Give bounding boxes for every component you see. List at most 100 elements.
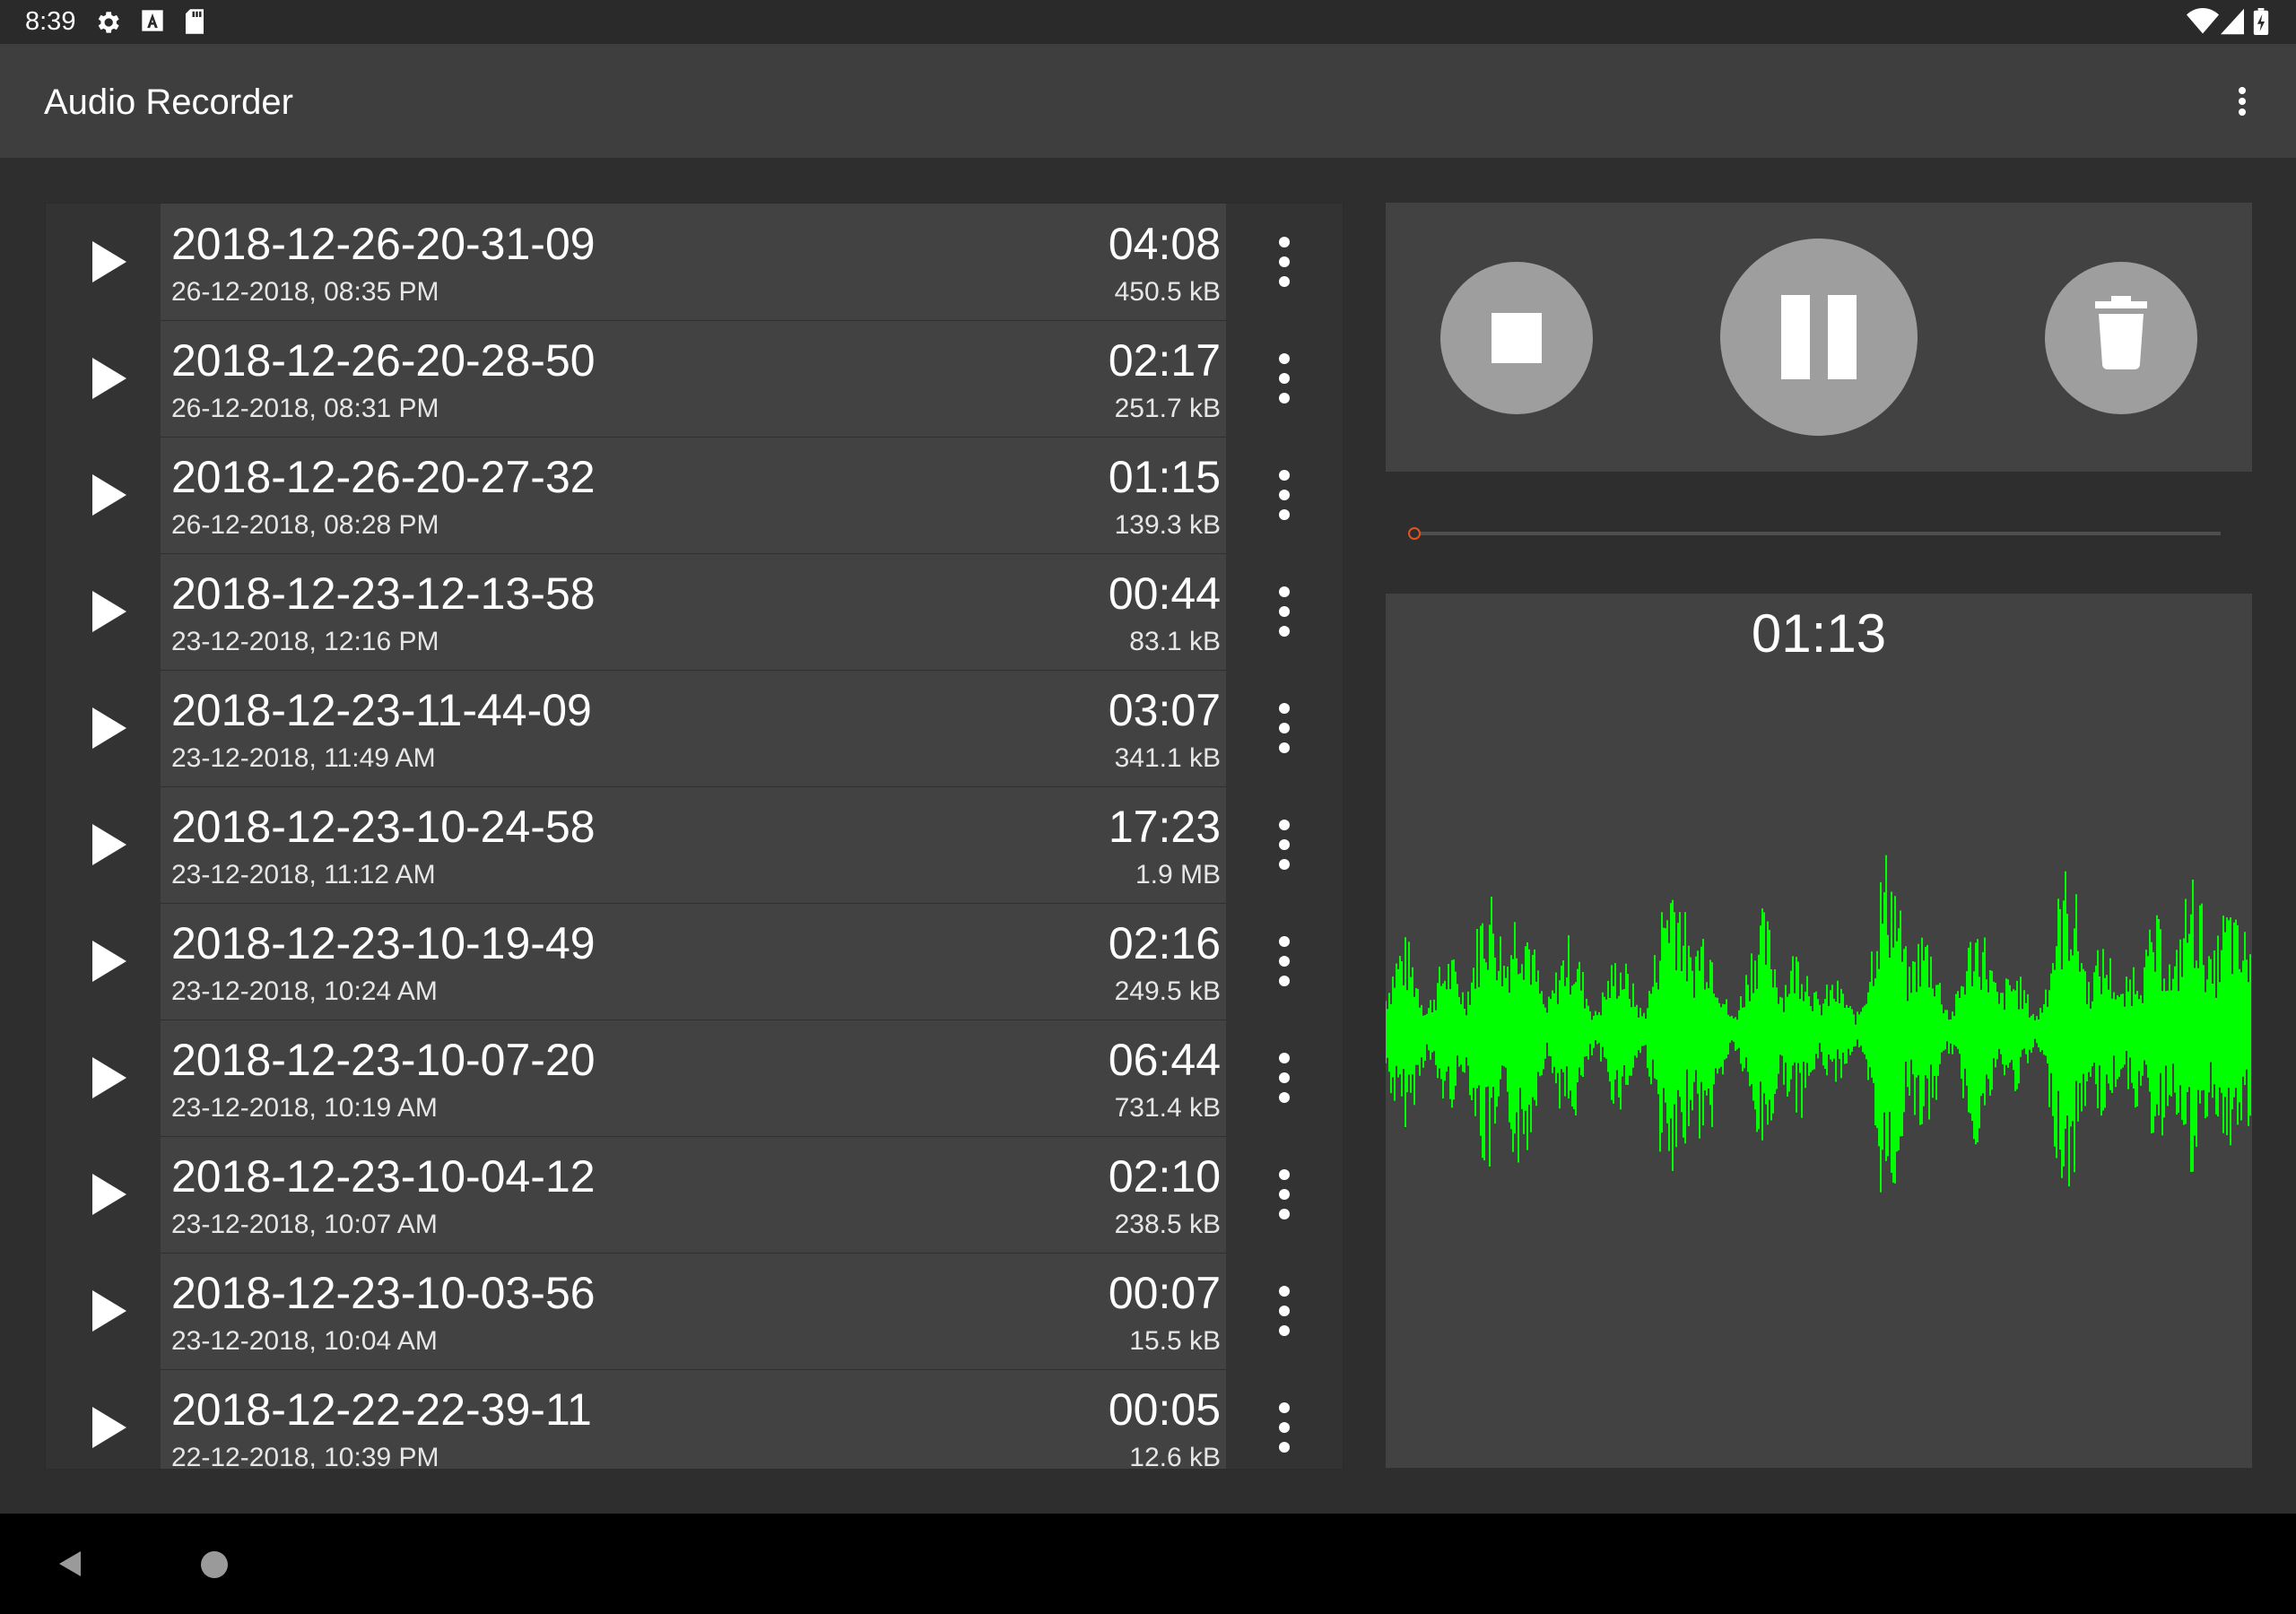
more-vert-icon[interactable] xyxy=(2221,80,2264,123)
delete-button[interactable] xyxy=(2045,262,2197,414)
play-button[interactable] xyxy=(46,1253,161,1369)
play-button[interactable] xyxy=(46,553,161,670)
more-vert-icon xyxy=(1279,586,1290,637)
waveform xyxy=(1386,855,2251,1193)
recording-menu-button[interactable] xyxy=(1226,437,1343,553)
recording-row[interactable]: 2018-12-23-10-24-58 23-12-2018, 11:12 AM 1… xyxy=(46,786,1343,904)
recording-row[interactable]: 2018-12-22-22-39-11 22-12-2018, 10:39 PM 0… xyxy=(46,1369,1343,1470)
recording-date: 26-12-2018, 08:28 PM xyxy=(171,510,439,540)
play-button[interactable] xyxy=(46,1136,161,1253)
player-controls xyxy=(1386,203,2252,472)
recording-date: 26-12-2018, 08:31 PM xyxy=(171,394,439,423)
more-vert-icon xyxy=(1279,1053,1290,1103)
recording-menu-button[interactable] xyxy=(1226,903,1343,1020)
recording-date: 23-12-2018, 11:12 AM xyxy=(171,860,436,889)
battery-icon xyxy=(2253,8,2269,35)
recording-name: 2018-12-23-11-44-09 xyxy=(171,685,592,735)
recording-size: 341.1 kB xyxy=(1114,743,1221,773)
recording-duration: 17:23 xyxy=(1108,802,1221,852)
recording-date: 23-12-2018, 10:24 AM xyxy=(171,976,438,1006)
app-title: Audio Recorder xyxy=(44,82,293,122)
playback-seekbar[interactable] xyxy=(1408,527,2221,540)
recording-date: 23-12-2018, 12:16 PM xyxy=(171,627,439,656)
recording-menu-button[interactable] xyxy=(1226,1136,1343,1253)
status-time: 8:39 xyxy=(25,7,76,36)
recording-name: 2018-12-23-10-04-12 xyxy=(171,1151,596,1202)
recording-duration: 04:08 xyxy=(1108,219,1221,269)
recording-row[interactable]: 2018-12-26-20-31-09 26-12-2018, 08:35 PM 0… xyxy=(46,204,1343,321)
home-icon[interactable] xyxy=(199,1549,230,1580)
play-button[interactable] xyxy=(46,903,161,1020)
recording-size: 731.4 kB xyxy=(1114,1093,1221,1123)
recording-row[interactable]: 2018-12-26-20-28-50 26-12-2018, 08:31 PM 0… xyxy=(46,320,1343,438)
stop-button[interactable] xyxy=(1440,262,1593,414)
recording-size: 450.5 kB xyxy=(1114,277,1221,307)
recording-row[interactable]: 2018-12-26-20-27-32 26-12-2018, 08:28 PM 0… xyxy=(46,437,1343,554)
back-icon[interactable] xyxy=(54,1548,86,1580)
more-vert-icon xyxy=(1279,237,1290,287)
recordings-list[interactable]: 2018-12-26-20-31-09 26-12-2018, 08:35 PM 0… xyxy=(45,203,1344,1470)
settings-icon xyxy=(98,12,119,33)
play-icon xyxy=(92,941,126,982)
recording-row[interactable]: 2018-12-23-12-13-58 23-12-2018, 12:16 PM 0… xyxy=(46,553,1343,671)
play-button[interactable] xyxy=(46,1020,161,1136)
recording-name: 2018-12-23-10-03-56 xyxy=(171,1268,596,1318)
recording-name: 2018-12-23-10-07-20 xyxy=(171,1035,596,1085)
recording-size: 251.7 kB xyxy=(1114,394,1221,423)
delete-icon xyxy=(2095,296,2147,369)
recording-row[interactable]: 2018-12-23-10-19-49 23-12-2018, 10:24 AM 0… xyxy=(46,903,1343,1020)
recording-row[interactable]: 2018-12-23-10-04-12 23-12-2018, 10:07 AM 0… xyxy=(46,1136,1343,1254)
play-icon xyxy=(92,1174,126,1215)
recording-name: 2018-12-23-10-19-49 xyxy=(171,918,596,968)
recording-row[interactable]: 2018-12-23-10-03-56 23-12-2018, 10:04 AM 0… xyxy=(46,1253,1343,1370)
recording-menu-button[interactable] xyxy=(1226,1020,1343,1136)
play-icon xyxy=(92,1407,126,1448)
stop-icon xyxy=(1492,313,1542,363)
recording-menu-button[interactable] xyxy=(1226,553,1343,670)
play-button[interactable] xyxy=(46,1369,161,1469)
play-icon xyxy=(92,591,126,632)
play-button[interactable] xyxy=(46,320,161,437)
sd-card-icon xyxy=(186,9,204,34)
recording-size: 83.1 kB xyxy=(1129,627,1221,656)
keyboard-a-icon xyxy=(142,10,163,31)
recording-duration: 06:44 xyxy=(1108,1035,1221,1085)
recording-date: 23-12-2018, 11:49 AM xyxy=(171,743,436,773)
recording-size: 249.5 kB xyxy=(1114,976,1221,1006)
recording-date: 23-12-2018, 10:19 AM xyxy=(171,1093,438,1123)
more-vert-icon xyxy=(1279,1169,1290,1219)
pause-button[interactable] xyxy=(1720,239,1918,436)
recording-menu-button[interactable] xyxy=(1226,1253,1343,1369)
recording-size: 12.6 kB xyxy=(1129,1443,1221,1470)
recording-duration: 00:44 xyxy=(1108,568,1221,619)
status-bar: 8:39 xyxy=(0,0,2296,44)
play-button[interactable] xyxy=(46,437,161,553)
seekbar-thumb[interactable] xyxy=(1408,527,1421,540)
recording-menu-button[interactable] xyxy=(1226,670,1343,786)
play-icon xyxy=(92,241,126,282)
play-button[interactable] xyxy=(46,786,161,903)
more-vert-icon xyxy=(1279,703,1290,753)
recording-name: 2018-12-26-20-27-32 xyxy=(171,452,596,502)
recording-menu-button[interactable] xyxy=(1226,204,1343,320)
play-icon xyxy=(92,707,126,749)
recording-menu-button[interactable] xyxy=(1226,786,1343,903)
play-icon xyxy=(92,1290,126,1332)
more-vert-icon xyxy=(1279,820,1290,870)
recording-duration: 02:10 xyxy=(1108,1151,1221,1202)
play-button[interactable] xyxy=(46,204,161,320)
recording-size: 238.5 kB xyxy=(1114,1210,1221,1239)
more-vert-icon xyxy=(1279,1402,1290,1453)
recording-row[interactable]: 2018-12-23-11-44-09 23-12-2018, 11:49 AM 0… xyxy=(46,670,1343,787)
recording-date: 23-12-2018, 10:04 AM xyxy=(171,1326,438,1356)
play-button[interactable] xyxy=(46,670,161,786)
recording-duration: 01:15 xyxy=(1108,452,1221,502)
recording-name: 2018-12-23-10-24-58 xyxy=(171,802,596,852)
recording-menu-button[interactable] xyxy=(1226,320,1343,437)
recording-name: 2018-12-23-12-13-58 xyxy=(171,568,596,619)
recording-name: 2018-12-26-20-31-09 xyxy=(171,219,596,269)
more-vert-icon xyxy=(1279,1286,1290,1336)
recording-menu-button[interactable] xyxy=(1226,1369,1343,1469)
app-bar: Audio Recorder xyxy=(0,44,2296,158)
recording-row[interactable]: 2018-12-23-10-07-20 23-12-2018, 10:19 AM 0… xyxy=(46,1020,1343,1137)
